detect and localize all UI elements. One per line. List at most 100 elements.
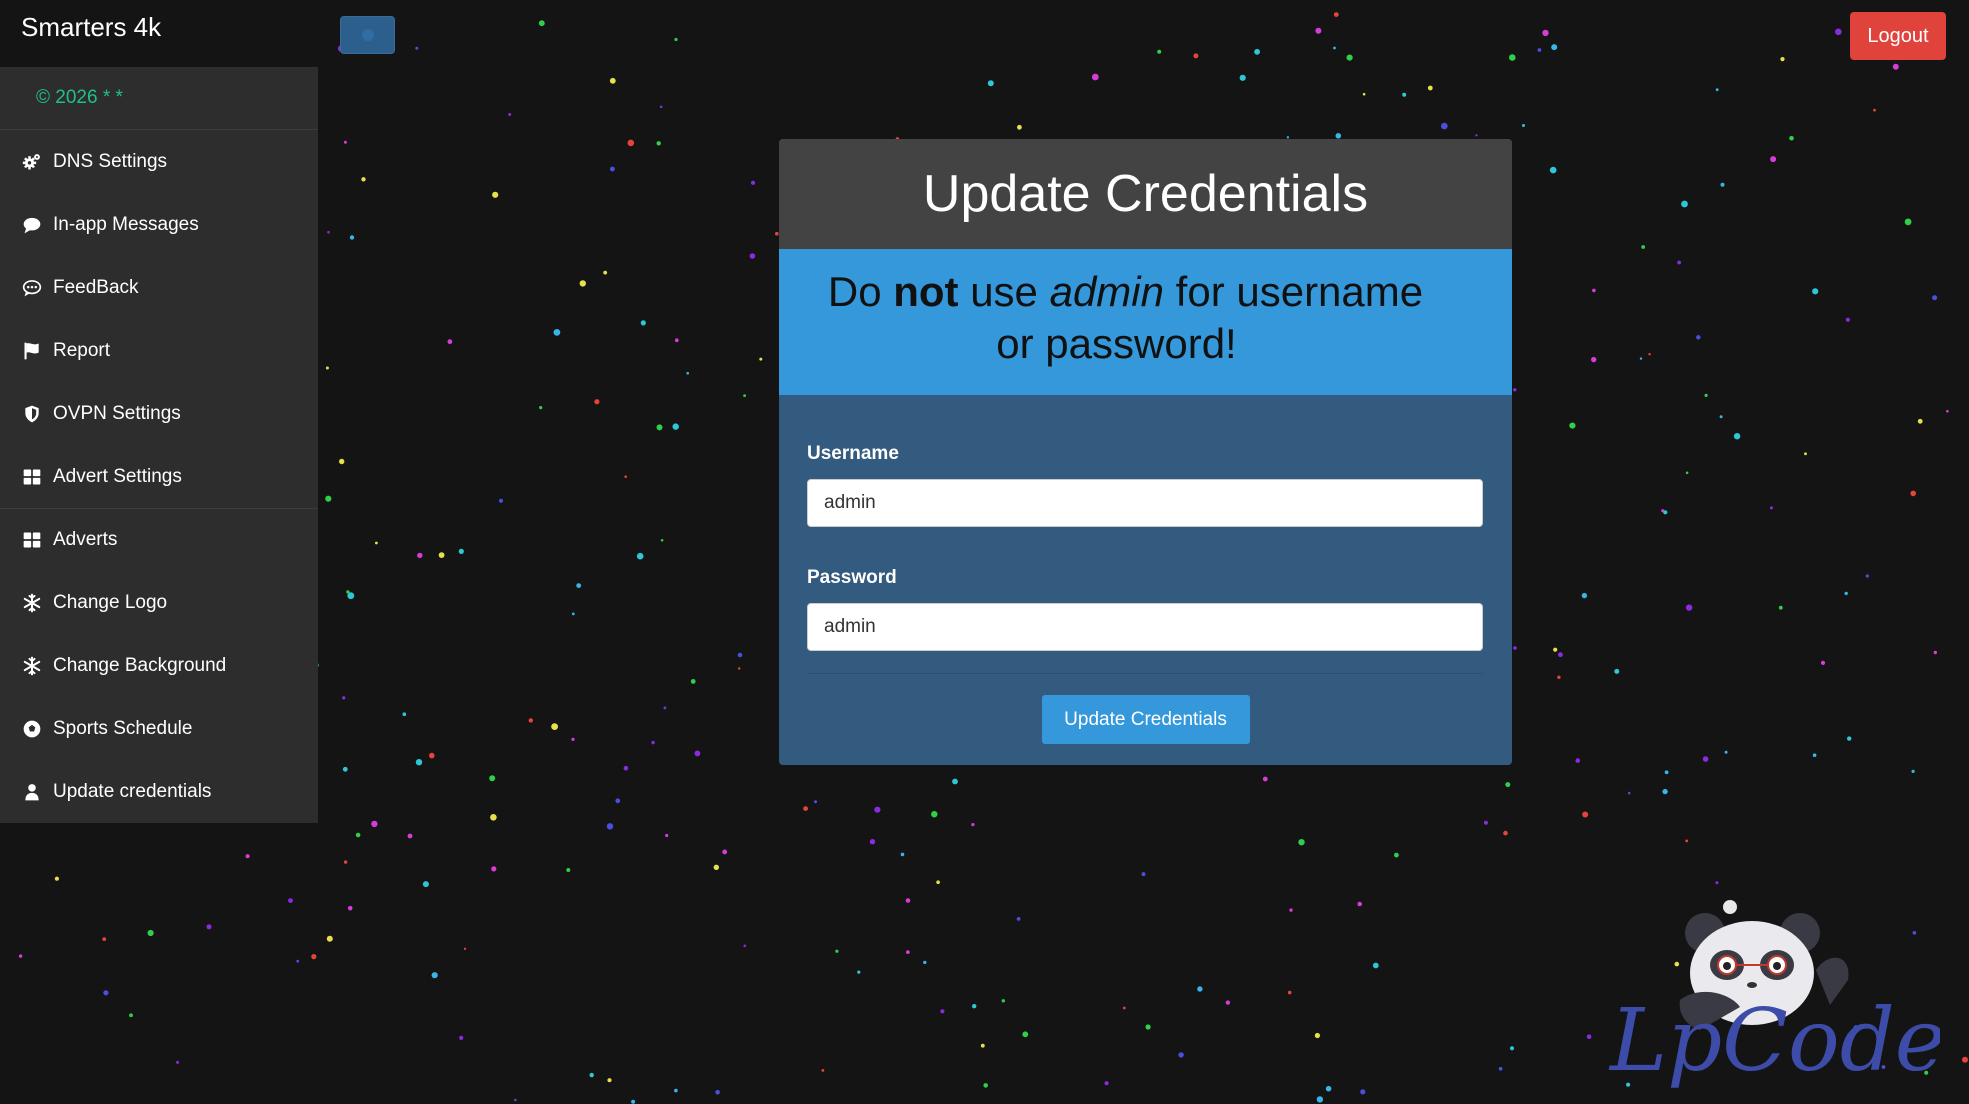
- star-dot: [656, 141, 661, 146]
- star-dot: [1522, 124, 1525, 127]
- star-dot: [1812, 753, 1817, 757]
- star-dot: [672, 423, 679, 430]
- star-dot: [1780, 57, 1785, 62]
- sidebar-item-label: FeedBack: [53, 276, 139, 298]
- sidebar-item-dns-settings[interactable]: DNS Settings: [0, 130, 318, 193]
- star-dot: [874, 806, 881, 813]
- star-dot: [803, 806, 808, 811]
- star-dot: [339, 458, 345, 465]
- warning-italic-text: admin: [1049, 268, 1164, 315]
- star-dot: [1865, 574, 1869, 578]
- star-dot: [1591, 356, 1597, 363]
- star-dot: [931, 811, 938, 818]
- warning-text: Do: [827, 268, 894, 315]
- sidebar-item-label: Update credentials: [53, 780, 212, 802]
- star-dot: [1733, 433, 1741, 440]
- star-dot: [1509, 54, 1516, 61]
- star-dot: [636, 552, 644, 560]
- sidebar-item-update-credentials[interactable]: Update credentials: [0, 760, 318, 823]
- star-dot: [1157, 49, 1162, 54]
- star-dot: [571, 612, 575, 616]
- star-dot: [1835, 28, 1842, 36]
- star-dot: [900, 852, 905, 857]
- username-label: Username: [807, 443, 899, 464]
- star-dot: [1091, 73, 1099, 81]
- star-dot: [1553, 647, 1558, 652]
- star-dot: [1911, 769, 1915, 774]
- star-dot: [1789, 135, 1794, 141]
- star-dot: [750, 180, 756, 185]
- star-dot: [551, 723, 558, 730]
- star-dot: [603, 270, 608, 275]
- star-dot: [821, 1069, 825, 1072]
- toggle-icon: [361, 29, 374, 41]
- star-dot: [1614, 668, 1620, 674]
- star-dot: [1663, 510, 1668, 515]
- watermark-text: LpCodes: [1608, 991, 1940, 1091]
- update-credentials-button[interactable]: Update Credentials: [1041, 695, 1250, 744]
- star-dot: [983, 1083, 988, 1088]
- star-dot: [1648, 353, 1651, 356]
- star-dot: [1845, 317, 1850, 322]
- star-dot: [1702, 756, 1709, 762]
- sidebar-item-in-app-messages[interactable]: In-app Messages: [0, 193, 318, 256]
- sidebar-item-feedback[interactable]: FeedBack: [0, 256, 318, 319]
- star-dot: [663, 706, 667, 710]
- star-dot: [1001, 999, 1005, 1003]
- th-large-icon: [20, 528, 44, 552]
- star-dot: [660, 539, 664, 542]
- star-dot: [1509, 1046, 1515, 1051]
- sidebar-item-change-background[interactable]: Change Background: [0, 634, 318, 697]
- sidebar-item-label: Advert Settings: [53, 465, 182, 487]
- star-dot: [686, 371, 689, 375]
- star-dot: [1910, 490, 1916, 497]
- star-dot: [1483, 820, 1488, 825]
- star-dot: [417, 552, 423, 559]
- star-dot: [694, 750, 701, 757]
- star-dot: [1197, 986, 1203, 992]
- star-dot: [659, 105, 663, 109]
- star-dot: [674, 1088, 678, 1093]
- username-input[interactable]: [807, 479, 1483, 527]
- star-dot: [347, 592, 355, 600]
- star-dot: [489, 775, 496, 782]
- star-dot: [491, 866, 497, 872]
- star-dot: [429, 752, 435, 759]
- star-dot: [1145, 1024, 1151, 1030]
- password-label: Password: [807, 567, 897, 588]
- password-input[interactable]: [807, 603, 1483, 651]
- sidebar-item-report[interactable]: Report: [0, 319, 318, 382]
- star-dot: [553, 329, 561, 336]
- star-dot: [438, 552, 445, 558]
- star-dot: [610, 166, 615, 172]
- star-dot: [343, 140, 347, 144]
- star-dot: [1333, 46, 1336, 50]
- warning-text: for username: [1164, 268, 1424, 315]
- star-dot: [447, 339, 453, 345]
- star-dot: [674, 338, 679, 343]
- star-dot: [1394, 852, 1399, 858]
- app-brand[interactable]: Smarters 4k: [21, 12, 161, 43]
- star-dot: [1892, 63, 1899, 70]
- star-dot: [1662, 788, 1668, 795]
- sidebar-item-sports-schedule[interactable]: Sports Schedule: [0, 697, 318, 760]
- star-dot: [1932, 295, 1938, 301]
- star-dot: [1427, 85, 1433, 91]
- star-dot: [640, 320, 646, 326]
- star-dot: [1558, 652, 1563, 658]
- star-dot: [1847, 736, 1852, 741]
- sidebar-item-ovpn-settings[interactable]: OVPN Settings: [0, 382, 318, 445]
- sidebar-toggle-button[interactable]: [340, 16, 395, 54]
- logout-button[interactable]: Logout: [1850, 12, 1946, 60]
- star-dot: [463, 947, 467, 950]
- star-dot: [147, 929, 154, 937]
- sidebar-item-change-logo[interactable]: Change Logo: [0, 571, 318, 634]
- star-dot: [980, 1043, 985, 1048]
- star-dot: [1505, 782, 1511, 788]
- sidebar-item-adverts[interactable]: Adverts: [0, 508, 318, 571]
- sidebar-item-advert-settings[interactable]: Advert Settings: [0, 445, 318, 508]
- star-dot: [1933, 650, 1938, 655]
- shield-icon: [20, 402, 44, 426]
- star-dot: [566, 868, 571, 872]
- warning-banner: Do not use admin for username or passwor…: [779, 249, 1512, 395]
